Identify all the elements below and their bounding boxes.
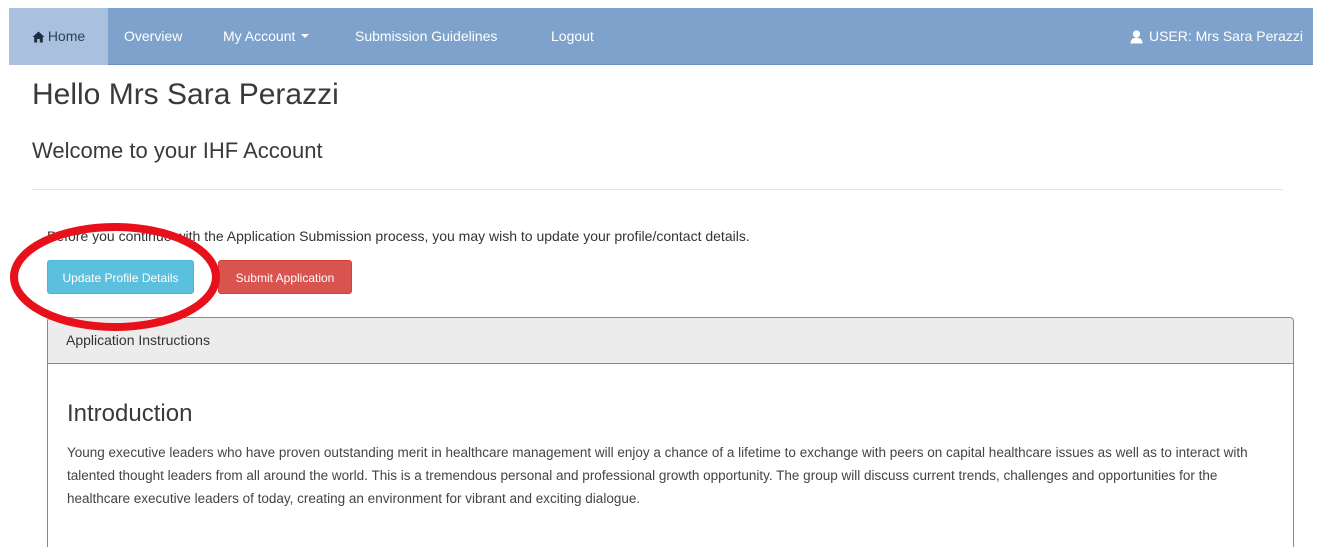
nav-home-label: Home [47, 28, 86, 44]
user-icon [1130, 11, 1143, 68]
greeting-heading: Hello Mrs Sara Perazzi [32, 78, 339, 111]
nav-logout[interactable]: Logout [551, 8, 594, 65]
nav-my-account-label: My Account [223, 28, 296, 44]
home-icon [32, 10, 45, 67]
update-profile-button[interactable]: Update Profile Details [47, 260, 194, 294]
caret-down-icon [301, 34, 310, 38]
intro-note: Before you continue with the Application… [47, 228, 750, 244]
divider [32, 189, 1283, 190]
welcome-heading: Welcome to your IHF Account [32, 138, 323, 163]
nav-my-account-dropdown[interactable]: My Account [223, 8, 310, 65]
introduction-title: Introduction [67, 400, 193, 427]
top-navbar: Home Overview My Account Submission Guid… [9, 8, 1313, 65]
introduction-text: Young executive leaders who have proven … [67, 445, 1248, 506]
panel-heading: Application Instructions [48, 318, 1293, 364]
nav-user[interactable]: USER: Mrs Sara Perazzi [1130, 8, 1303, 65]
application-instructions-panel: Application Instructions Introduction Yo… [47, 317, 1294, 547]
submit-application-button[interactable]: Submit Application [218, 260, 352, 294]
page: Home Overview My Account Submission Guid… [0, 0, 1319, 547]
nav-home[interactable]: Home [9, 8, 108, 65]
nav-submission-guidelines[interactable]: Submission Guidelines [355, 8, 497, 65]
nav-overview[interactable]: Overview [124, 8, 182, 65]
nav-user-label: USER: Mrs Sara Perazzi [1148, 28, 1303, 44]
